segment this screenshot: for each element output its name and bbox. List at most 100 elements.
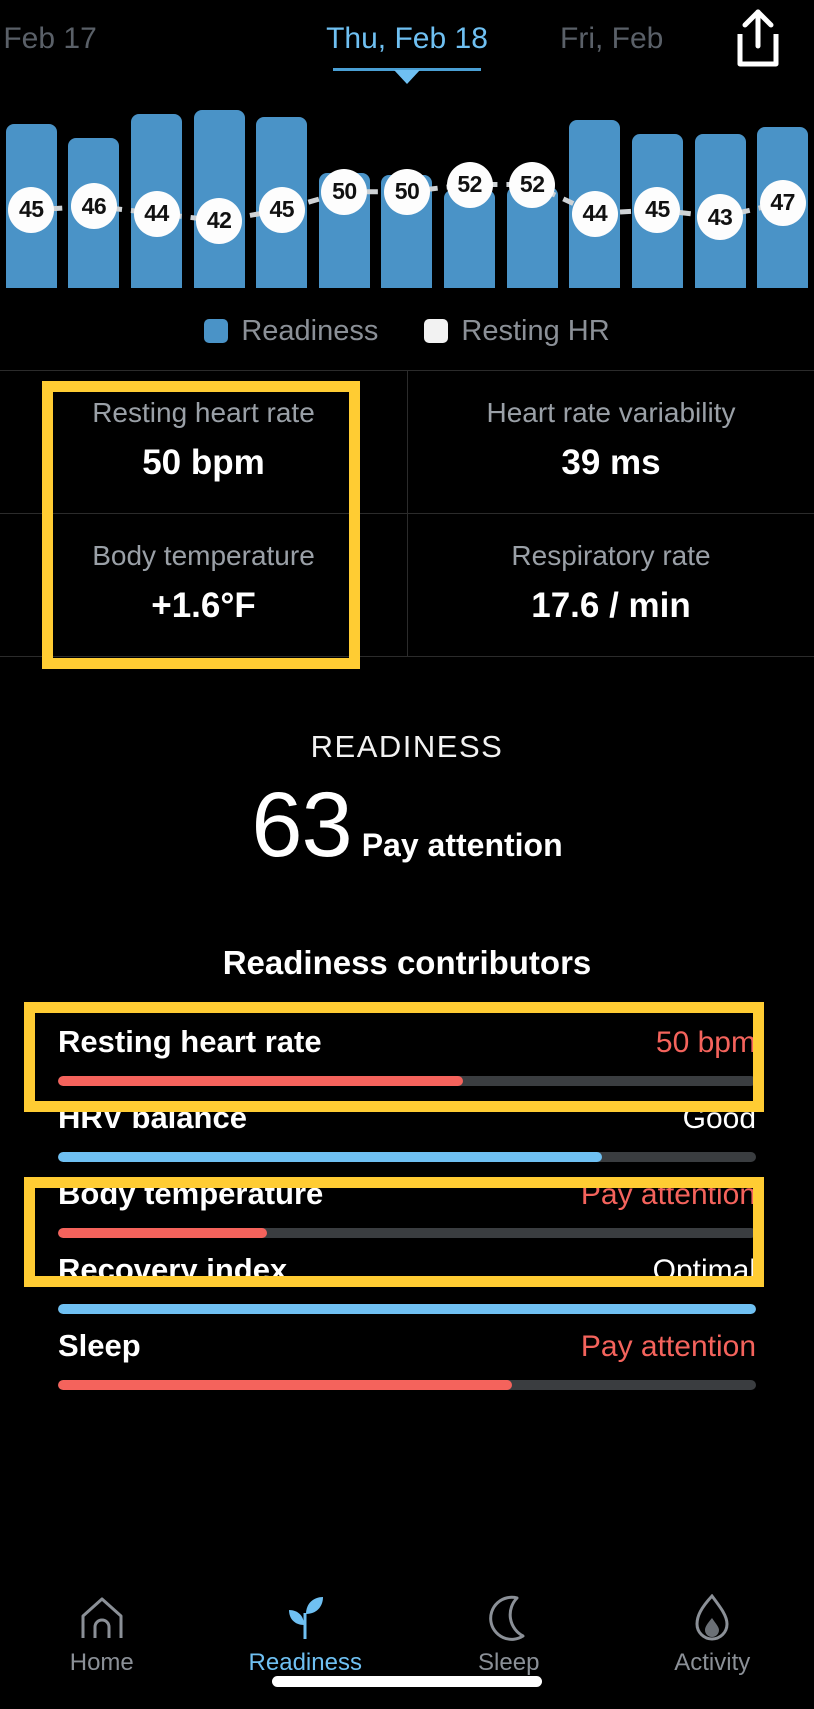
chart-legend: Readiness Resting HR [0,310,814,352]
metrics-grid: Resting heart rate 50 bpm Heart rate var… [0,370,814,669]
metric-heart-rate-variability[interactable]: Heart rate variability 39 ms [407,371,814,513]
contributor-progress-fill [58,1304,756,1314]
metric-resting-heart-rate[interactable]: Resting heart rate 50 bpm [0,371,407,513]
metric-label: Heart rate variability [486,397,736,428]
contributor-row[interactable]: HRV balance Good [58,1090,756,1166]
contributor-row[interactable]: Sleep Pay attention [58,1318,756,1394]
chart-bar[interactable] [751,110,814,288]
date-navigation-bar: d, Feb 17 Thu, Feb 18 Fri, Feb [0,0,814,92]
chart-bar[interactable] [188,110,251,288]
tab-label: Home [69,1649,134,1676]
chart-bar-fill [631,134,683,288]
date-tab-current[interactable]: Thu, Feb 18 [0,22,814,56]
chart-bar[interactable] [0,110,63,288]
contributor-value: Good [682,1102,756,1135]
contributor-progress-track [58,1152,756,1162]
contributor-name: HRV balance [58,1100,247,1135]
contributor-progress-fill [58,1076,463,1086]
tab-label: Readiness [248,1649,362,1676]
readiness-score-state: Pay attention [361,827,563,863]
chart-bar-fill [131,113,183,288]
legend-swatch-resting-hr [424,319,449,343]
chart-bar-fill [318,172,370,288]
contributor-progress-track [58,1076,756,1086]
share-icon[interactable] [730,8,786,70]
contributor-value: Pay attention [580,1178,756,1211]
contributor-row[interactable]: Recovery index Optimal [58,1242,756,1318]
tab-home[interactable]: Home [0,1593,204,1677]
contributor-progress-track [58,1304,756,1314]
legend-label-resting-hr: Resting HR [461,314,610,347]
metric-respiratory-rate[interactable]: Respiratory rate 17.6 / min [407,514,814,656]
metric-label: Body temperature [92,540,315,571]
chart-bar[interactable] [313,110,376,288]
contributor-row-header: Sleep Pay attention [58,1328,756,1364]
home-icon [78,1593,126,1643]
tab-readiness[interactable]: Readiness [204,1593,408,1677]
chart-bar[interactable] [563,110,626,288]
legend-swatch-readiness [204,319,229,343]
contributor-value: Pay attention [580,1330,756,1363]
chart-bar[interactable] [63,110,126,288]
contributor-progress-fill [58,1228,268,1238]
contributor-row[interactable]: Body temperature Pay attention [58,1166,756,1242]
chart-bar-fill [569,120,621,288]
metric-label: Respiratory rate [511,540,711,571]
chart-bar[interactable] [501,110,564,288]
contributor-name: Resting heart rate [58,1024,322,1059]
contributor-row-header: Recovery index Optimal [58,1252,756,1288]
contributor-progress-fill [58,1380,512,1390]
contributor-row-header: HRV balance Good [58,1100,756,1136]
contributor-row-header: Resting heart rate 50 bpm [58,1024,756,1060]
chart-bar-fill [68,137,120,288]
metrics-row: Body temperature +1.6°F Respiratory rate… [0,513,814,656]
metric-value: 17.6 / min [531,586,691,625]
contributors-list: Resting heart rate 50 bpm HRV balance Good B… [0,1002,814,1394]
contributor-progress-track [58,1228,756,1238]
chart-bar[interactable] [376,110,439,288]
readiness-resting-hr-chart[interactable]: 45 46 44 42 45 50 50 52 52 44 45 43 47 [0,110,814,288]
contributor-name: Sleep [58,1328,141,1363]
bottom-tab-bar: Home Readiness Sleep Activity [0,1581,814,1709]
chart-bar-fill [694,134,746,288]
metric-value: +1.6°F [151,586,256,625]
tab-activity[interactable]: Activity [611,1593,814,1677]
legend-item-readiness: Readiness [204,315,378,348]
chart-bar-fill [757,127,809,288]
contributor-row-header: Body temperature Pay attention [58,1176,756,1212]
contributor-name: Body temperature [58,1176,324,1211]
chart-bar-fill [5,123,57,288]
chart-bar[interactable] [438,110,501,288]
home-indicator [272,1676,542,1687]
contributor-name: Recovery index [58,1252,288,1287]
date-tab-next[interactable]: Fri, Feb [560,22,663,56]
readiness-screen: d, Feb 17 Thu, Feb 18 Fri, Feb 454644424… [0,0,814,1709]
metric-value: 39 ms [561,443,661,482]
chart-bar-fill [381,174,433,288]
contributor-progress-track [58,1380,756,1390]
metrics-row: Resting heart rate 50 bpm Heart rate var… [0,371,814,513]
readiness-score-line: 63 Pay attention [0,773,814,878]
contributors-title: Readiness contributors [222,944,592,981]
chart-bar[interactable] [626,110,689,288]
legend-label-readiness: Readiness [241,314,379,347]
metric-body-temperature[interactable]: Body temperature +1.6°F [0,514,407,656]
chart-bar-fill [193,110,245,288]
metric-label: Resting heart rate [92,397,315,428]
chart-bar[interactable] [250,110,313,288]
readiness-caption: READINESS [310,729,504,764]
legend-item-resting-hr: Resting HR [424,314,610,348]
flame-icon [691,1593,733,1643]
chart-bar[interactable] [125,110,188,288]
chart-bar[interactable] [689,110,752,288]
metric-value: 50 bpm [142,443,265,482]
chart-bars [0,110,814,288]
readiness-score-value: 63 [251,774,352,876]
tab-label: Activity [674,1649,751,1676]
sprout-icon [281,1593,329,1643]
contributor-value: Optimal [652,1254,756,1287]
readiness-score-block: READINESS 63 Pay attention [0,729,814,878]
date-tab-caret-icon [394,70,420,84]
contributor-row[interactable]: Resting heart rate 50 bpm [58,1014,756,1090]
tab-sleep[interactable]: Sleep [407,1593,611,1677]
